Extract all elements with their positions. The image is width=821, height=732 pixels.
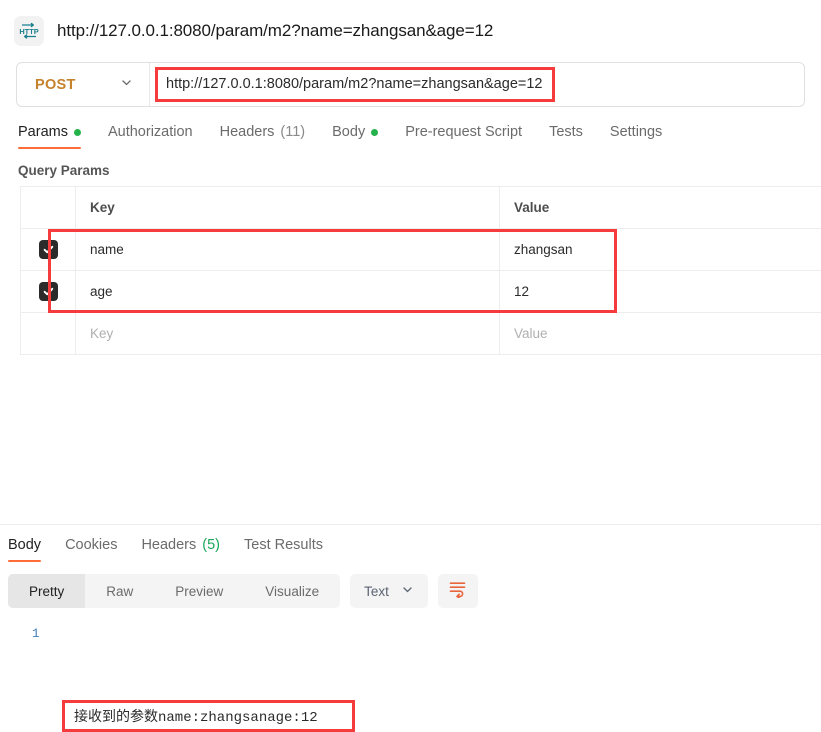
- new-param-value-input[interactable]: Value: [514, 326, 548, 341]
- tab-authorization[interactable]: Authorization: [108, 124, 193, 149]
- tab-pre-request-script[interactable]: Pre-request Script: [405, 124, 522, 149]
- response-tab-headers-count: (5): [202, 537, 220, 553]
- row-checkbox-cell[interactable]: [21, 229, 76, 270]
- svg-text:HTTP: HTTP: [19, 27, 38, 36]
- tab-settings-label: Settings: [609, 124, 663, 140]
- param-value: 12: [514, 284, 530, 299]
- response-body-text-ascii: name:zhangsanage:12: [158, 710, 318, 726]
- tab-params-label: Params: [18, 124, 68, 140]
- table-empty-row[interactable]: Key Value: [21, 313, 821, 355]
- response-tab-headers[interactable]: Headers (5): [141, 537, 220, 562]
- response-tab-test-results[interactable]: Test Results: [244, 537, 323, 562]
- table-row[interactable]: age 12: [21, 271, 821, 313]
- new-param-key-input[interactable]: Key: [90, 326, 113, 341]
- params-modified-dot: [73, 128, 81, 136]
- row-value-cell[interactable]: zhangsan: [500, 229, 821, 270]
- chevron-down-icon: [120, 76, 133, 94]
- table-header-row: Key Value: [21, 187, 821, 229]
- column-header-key: Key: [90, 200, 115, 215]
- empty-row-checkbox-cell: [21, 313, 76, 354]
- table-row[interactable]: name zhangsan: [21, 229, 821, 271]
- view-pretty-button[interactable]: Pretty: [8, 574, 86, 608]
- tab-authorization-label: Authorization: [107, 124, 193, 140]
- row-key-cell[interactable]: age: [76, 271, 500, 312]
- method-label: POST: [35, 76, 76, 93]
- view-raw-button[interactable]: Raw: [85, 574, 154, 608]
- header-key-cell: Key: [76, 187, 500, 228]
- request-title: http://127.0.0.1:8080/param/m2?name=zhan…: [57, 21, 494, 40]
- header-value-cell: Value: [500, 187, 821, 228]
- row-value-cell[interactable]: 12: [500, 271, 821, 312]
- wrap-lines-button[interactable]: [437, 574, 478, 608]
- tab-headers-count: (11): [280, 124, 306, 140]
- row-checkbox-cell[interactable]: [21, 271, 76, 312]
- url-input[interactable]: http://127.0.0.1:8080/param/m2?name=zhan…: [166, 76, 542, 92]
- response-body-area: 1 接收到的参数name:zhangsanage:12: [0, 608, 821, 732]
- response-tab-body[interactable]: Body: [8, 537, 42, 562]
- response-view-segmented-control: Pretty Raw Preview Visualize: [8, 574, 341, 608]
- http-protocol-icon: HTTP: [14, 16, 44, 46]
- query-params-table: Key Value name zhangsan age 12 Key Value: [20, 186, 821, 355]
- response-tabs: Body Cookies Headers (5) Test Results: [0, 525, 821, 562]
- response-body-text-cjk: 接收到的参数: [74, 709, 158, 725]
- url-highlight-box: http://127.0.0.1:8080/param/m2?name=zhan…: [155, 67, 556, 102]
- tab-tests-label: Tests: [549, 124, 583, 140]
- row-key-cell[interactable]: name: [76, 229, 500, 270]
- response-pane: Body Cookies Headers (5) Test Results Pr…: [0, 525, 821, 732]
- param-enabled-checkbox[interactable]: [38, 240, 58, 259]
- response-format-label: Text: [364, 583, 389, 599]
- param-enabled-checkbox[interactable]: [38, 282, 58, 301]
- url-bar-row: POST http://127.0.0.1:8080/param/m2?name…: [0, 62, 821, 107]
- param-key: age: [90, 284, 113, 299]
- view-visualize-button[interactable]: Visualize: [244, 574, 340, 608]
- response-tab-cookies[interactable]: Cookies: [65, 537, 117, 562]
- tab-headers[interactable]: Headers (11): [220, 124, 306, 149]
- view-preview-button[interactable]: Preview: [154, 574, 244, 608]
- empty-row-value-cell[interactable]: Value: [500, 313, 821, 354]
- response-tab-cookies-label: Cookies: [65, 537, 118, 553]
- param-value: zhangsan: [514, 242, 573, 257]
- url-input-wrapper[interactable]: http://127.0.0.1:8080/param/m2?name=zhan…: [150, 63, 804, 106]
- request-tabs: Params Authorization Headers (11) Body P…: [0, 107, 821, 149]
- chevron-down-icon: [401, 583, 414, 599]
- tab-tests[interactable]: Tests: [549, 124, 583, 149]
- tab-body[interactable]: Body: [332, 124, 379, 149]
- tab-settings[interactable]: Settings: [610, 124, 662, 149]
- query-params-label: Query Params: [18, 163, 110, 178]
- response-format-selector[interactable]: Text: [350, 574, 428, 608]
- tab-body-label: Body: [332, 124, 366, 140]
- tab-headers-label: Headers: [219, 124, 275, 140]
- header-checkbox-cell: [21, 187, 76, 228]
- request-titlebar: HTTP http://127.0.0.1:8080/param/m2?name…: [0, 0, 821, 62]
- param-key: name: [90, 242, 124, 257]
- response-toolbar: Pretty Raw Preview Visualize Text: [0, 562, 821, 608]
- response-tab-body-label: Body: [8, 537, 42, 553]
- response-tab-headers-label: Headers: [141, 537, 197, 553]
- tab-pre-request-script-label: Pre-request Script: [405, 124, 523, 140]
- method-selector[interactable]: POST: [17, 63, 150, 106]
- response-tab-test-results-label: Test Results: [244, 537, 323, 553]
- wrap-lines-icon: [448, 579, 467, 603]
- column-header-value: Value: [514, 200, 550, 215]
- tab-params[interactable]: Params: [18, 124, 81, 149]
- body-modified-dot: [371, 128, 379, 136]
- response-body-text: 接收到的参数name:zhangsanage:12: [74, 706, 318, 726]
- response-line-number: 1: [32, 627, 40, 641]
- url-bar: POST http://127.0.0.1:8080/param/m2?name…: [16, 62, 805, 107]
- empty-row-key-cell[interactable]: Key: [76, 313, 500, 354]
